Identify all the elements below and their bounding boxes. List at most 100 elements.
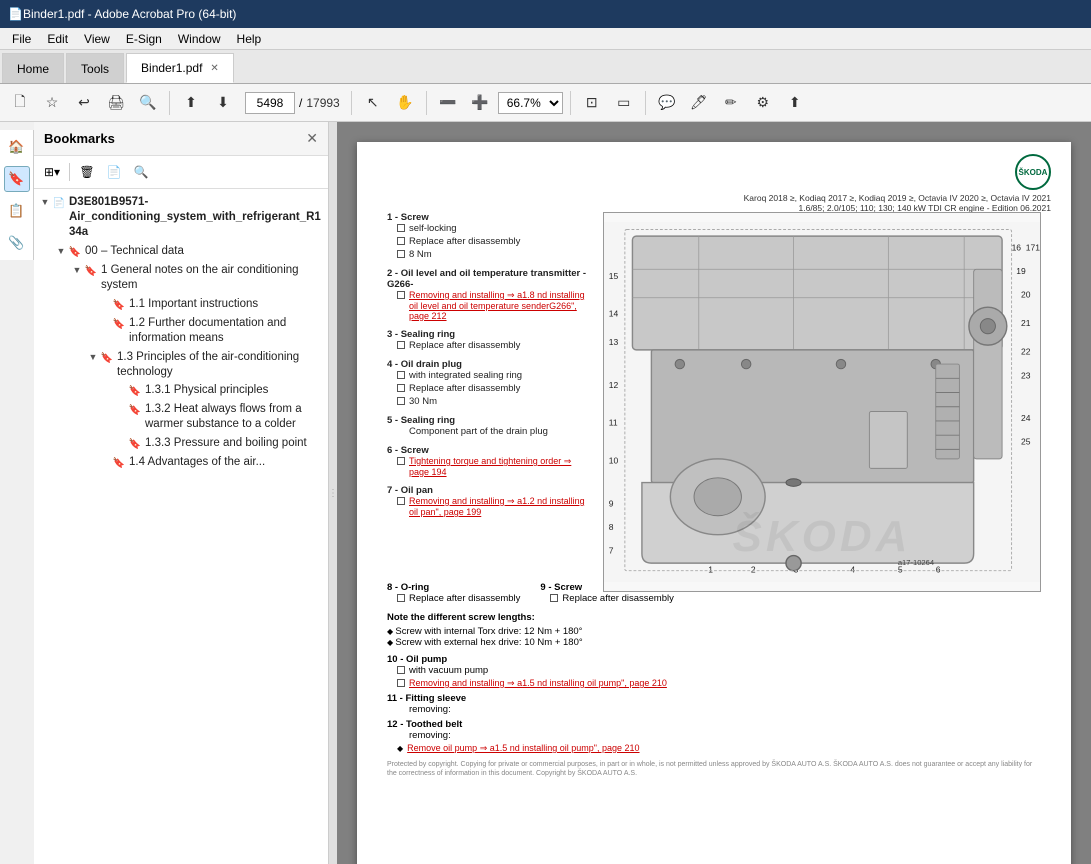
zoom-out-btn[interactable]: ➖ <box>434 89 462 117</box>
page-total: 17993 <box>306 96 339 110</box>
svg-text:7: 7 <box>609 546 614 556</box>
item4-li2: Replace after disassembly <box>397 383 587 394</box>
svg-text:4: 4 <box>850 565 855 575</box>
sidebar-close-btn[interactable]: ✕ <box>306 130 318 147</box>
bookmark-1-3-1-arrow: ▶ <box>114 385 128 397</box>
tab-tools[interactable]: Tools <box>66 53 124 83</box>
bookmark-toolbar-btn[interactable]: ☆ <box>38 89 66 117</box>
bookmark-1-4[interactable]: ▶ 🔖 1.4 Advantages of the air... <box>34 453 328 472</box>
cursor-btn[interactable]: ↖ <box>359 89 387 117</box>
bookmark-1-3-2-icon: 🔖 <box>128 404 142 417</box>
note-1: Screw with internal Torx drive: 12 Nm + … <box>387 626 1041 637</box>
sidebar-delete-btn[interactable]: 🗑 <box>75 160 99 184</box>
item1-li3: 8 Nm <box>397 249 587 260</box>
highlight-btn[interactable]: 🖊 <box>685 89 713 117</box>
sidebar-new-btn[interactable]: 📄 <box>102 160 126 184</box>
bookmark-root[interactable]: ▼ 📄 D3E801B9571-Air_conditioning_system_… <box>34 193 328 242</box>
left-attach-btn[interactable]: 📎 <box>4 230 30 256</box>
pdf-area[interactable]: ŠKODA Karoq 2018 ≥, Kodiaq 2017 ≥, Kodia… <box>337 122 1091 864</box>
bookmark-1-3-icon: 🔖 <box>100 352 114 365</box>
search-btn[interactable]: 🔍 <box>134 89 162 117</box>
bookmark-00-arrow: ▼ <box>54 246 68 258</box>
sidebar-search-bm-btn[interactable]: 🔍 <box>129 160 153 184</box>
left-layers-btn[interactable]: 📋 <box>4 198 30 224</box>
bookmark-1-2[interactable]: ▶ 🔖 1.2 Further documentation and inform… <box>34 314 328 348</box>
svg-text:10: 10 <box>609 456 619 466</box>
bookmark-root-label: D3E801B9571-Air_conditioning_system_with… <box>69 195 324 240</box>
menu-window[interactable]: Window <box>170 30 229 48</box>
svg-text:23: 23 <box>1021 370 1031 380</box>
print-btn[interactable]: 🖨 <box>102 89 130 117</box>
menu-edit[interactable]: Edit <box>39 30 76 48</box>
checkbox <box>550 594 558 602</box>
pdf-item-1: 1 - Screw self-locking Replace after dis… <box>387 212 587 260</box>
new-button[interactable]: 🗋 <box>6 89 34 117</box>
sidebar-splitter[interactable]: ⋮ <box>329 122 337 864</box>
pen-btn[interactable]: ✏ <box>717 89 745 117</box>
bookmark-1-1[interactable]: ▶ 🔖 1.1 Important instructions <box>34 295 328 314</box>
bookmark-1-3-3[interactable]: ▶ 🔖 1.3.3 Pressure and boiling point <box>34 434 328 453</box>
fit-width-btn[interactable]: ▭ <box>610 89 638 117</box>
item7-li1: Removing and installing ⇒ a1.2 nd instal… <box>397 496 587 517</box>
toolbar-sep4 <box>570 91 571 115</box>
tools2-btn[interactable]: ⚙ <box>749 89 777 117</box>
bookmarks-tree: ▼ 📄 D3E801B9571-Air_conditioning_system_… <box>34 189 328 864</box>
item5-li1: Component part of the drain plug <box>397 426 587 437</box>
bookmark-1-2-arrow: ▶ <box>98 318 112 330</box>
share-btn[interactable]: ⬆ <box>781 89 809 117</box>
menu-help[interactable]: Help <box>229 30 270 48</box>
svg-text:25: 25 <box>1021 437 1031 447</box>
bookmark-root-icon: 📄 <box>52 197 66 210</box>
download-btn[interactable]: ⬇ <box>209 89 237 117</box>
back-btn[interactable]: ↩ <box>70 89 98 117</box>
left-home-btn[interactable]: 🏠 <box>4 134 30 160</box>
pdf-header: ŠKODA Karoq 2018 ≥, Kodiaq 2017 ≥, Kodia… <box>744 154 1051 213</box>
checkbox <box>397 384 405 392</box>
pdf-item-10: 10 - Oil pump with vacuum pump Removing … <box>387 654 1041 689</box>
svg-text:15: 15 <box>609 271 619 281</box>
bookmark-1-2-label: 1.2 Further documentation and informatio… <box>129 316 324 346</box>
toolbar-sep2 <box>351 91 352 115</box>
menu-view[interactable]: View <box>76 30 118 48</box>
zoom-in-btn[interactable]: ➕ <box>466 89 494 117</box>
checkbox <box>397 594 405 602</box>
svg-text:1: 1 <box>708 565 713 575</box>
pdf-page: ŠKODA Karoq 2018 ≥, Kodiaq 2017 ≥, Kodia… <box>357 142 1071 864</box>
bookmark-1-arrow: ▼ <box>70 265 84 277</box>
tab-close-icon[interactable]: ✕ <box>210 63 218 74</box>
item1-li2: Replace after disassembly <box>397 236 587 247</box>
svg-text:20: 20 <box>1021 290 1031 300</box>
bookmark-1-3[interactable]: ▼ 🔖 1.3 Principles of the air-conditioni… <box>34 348 328 382</box>
menu-bar: File Edit View E-Sign Window Help <box>0 28 1091 50</box>
svg-text:16: 16 <box>1012 242 1022 252</box>
prev-btn[interactable]: ⬆ <box>177 89 205 117</box>
sidebar-header: Bookmarks ✕ <box>34 122 328 156</box>
pdf-item-6: 6 - Screw Tightening torque and tighteni… <box>387 445 587 477</box>
svg-text:14: 14 <box>609 309 619 319</box>
svg-text:a17-10264: a17-10264 <box>898 558 934 567</box>
tab-binder1[interactable]: Binder1.pdf ✕ <box>126 53 234 83</box>
sidebar-expand-btn[interactable]: ⊞▾ <box>40 160 64 184</box>
pdf-diagram: 16 17 18 19 20 21 22 23 24 25 15 <box>603 212 1041 592</box>
bookmark-1[interactable]: ▼ 🔖 1 General notes on the air condition… <box>34 261 328 295</box>
left-bookmark-btn[interactable]: 🔖 <box>4 166 30 192</box>
bookmark-1-3-2[interactable]: ▶ 🔖 1.3.2 Heat always flows from a warme… <box>34 400 328 434</box>
checkbox <box>397 371 405 379</box>
svg-text:19: 19 <box>1016 266 1026 276</box>
bookmark-00[interactable]: ▼ 🔖 00 – Technical data <box>34 242 328 261</box>
menu-esign[interactable]: E-Sign <box>118 30 170 48</box>
bookmark-1-3-1[interactable]: ▶ 🔖 1.3.1 Physical principles <box>34 381 328 400</box>
comment-btn[interactable]: 💬 <box>653 89 681 117</box>
pdf-item-4: 4 - Oil drain plug with integrated seali… <box>387 359 587 407</box>
page-input[interactable] <box>245 92 295 114</box>
bookmark-1-3-3-label: 1.3.3 Pressure and boiling point <box>145 436 324 451</box>
hand-btn[interactable]: ✋ <box>391 89 419 117</box>
zoom-select[interactable]: 25% 50% 66.7% 75% 100% 125% 150% 200% <box>498 92 563 114</box>
main-area: 🏠 🔖 📋 📎 Bookmarks ✕ ⊞▾ 🗑 📄 🔍 ▼ 📄 D3E801B… <box>0 122 1091 864</box>
checkbox <box>397 250 405 258</box>
menu-file[interactable]: File <box>4 30 39 48</box>
pdf-item-12: 12 - Toothed belt removing: Remove oil p… <box>387 719 1041 754</box>
pdf-footer: Protected by copyright. Copying for priv… <box>387 760 1041 778</box>
tab-home[interactable]: Home <box>2 53 64 83</box>
fit-page-btn[interactable]: ⊡ <box>578 89 606 117</box>
